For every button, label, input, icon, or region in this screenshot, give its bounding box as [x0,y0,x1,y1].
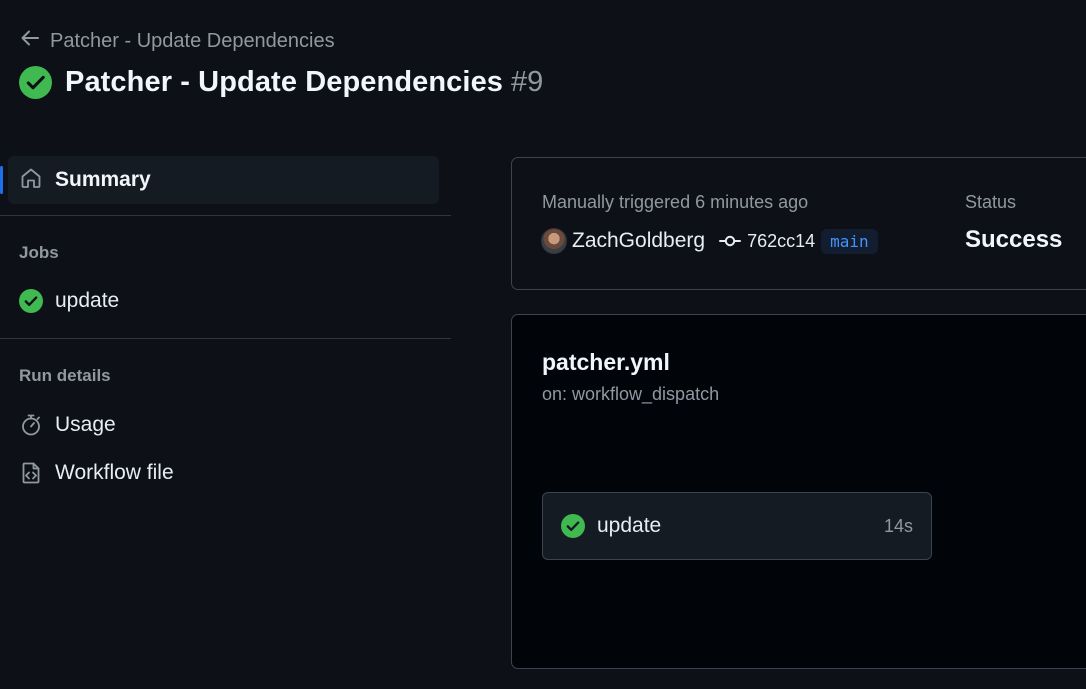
sidebar-item-label: Summary [55,168,151,191]
sidebar-item-label: Workflow file [55,461,174,484]
workflow-trigger: on: workflow_dispatch [542,384,720,404]
back-to-workflow-link[interactable]: Patcher - Update Dependencies [20,28,335,54]
run-details-heading: Run details [19,366,111,385]
workflow-title: Patcher - Update Dependencies [65,66,504,98]
git-commit-icon [719,230,742,252]
job-name: update [597,514,662,537]
workflow-graph-card: patcher.yml on: workflow_dispatch update… [511,314,1086,669]
job-node-update[interactable]: update 14s [542,492,932,560]
status-label: Status [965,192,1017,212]
sidebar-divider [0,215,451,216]
stopwatch-icon [19,413,43,437]
arrow-left-icon [20,28,40,54]
sidebar-item-usage[interactable]: Usage [0,405,451,445]
actor-row: ZachGoldberg 762cc14 main [541,226,878,256]
check-circle-icon [19,289,43,313]
status-value: Success [965,226,1063,253]
workflow-run-page: Patcher - Update Dependencies Patcher - … [0,0,1086,689]
actor-link[interactable]: ZachGoldberg [572,229,705,253]
file-code-icon [19,461,43,485]
check-circle-icon [561,514,585,538]
workflow-file-name: patcher.yml [542,349,670,375]
commit-sha-link[interactable]: 762cc14 [747,231,815,252]
page-title: Patcher - Update Dependencies #9 [65,66,543,99]
sidebar-item-label: update [55,289,120,312]
sidebar: Summary Jobs update Run details Usage Wo… [0,156,451,493]
job-duration: 14s [883,515,913,536]
run-summary-card: Manually triggered 6 minutes ago ZachGol… [511,157,1086,290]
jobs-heading: Jobs [19,243,59,262]
sidebar-item-summary[interactable]: Summary [0,156,439,204]
sidebar-divider [0,338,451,339]
run-number: #9 [511,66,544,98]
page-title-row: Patcher - Update Dependencies #9 [19,66,543,99]
check-circle-icon [19,66,52,99]
branch-badge[interactable]: main [821,228,878,254]
avatar[interactable] [541,228,567,254]
sidebar-item-label: Usage [55,413,116,436]
back-link-label[interactable]: Patcher - Update Dependencies [50,30,335,53]
home-icon [19,166,43,195]
sidebar-item-job-update[interactable]: update [0,281,451,321]
trigger-text: Manually triggered 6 minutes ago [542,192,809,212]
sidebar-item-workflow-file[interactable]: Workflow file [0,453,451,493]
